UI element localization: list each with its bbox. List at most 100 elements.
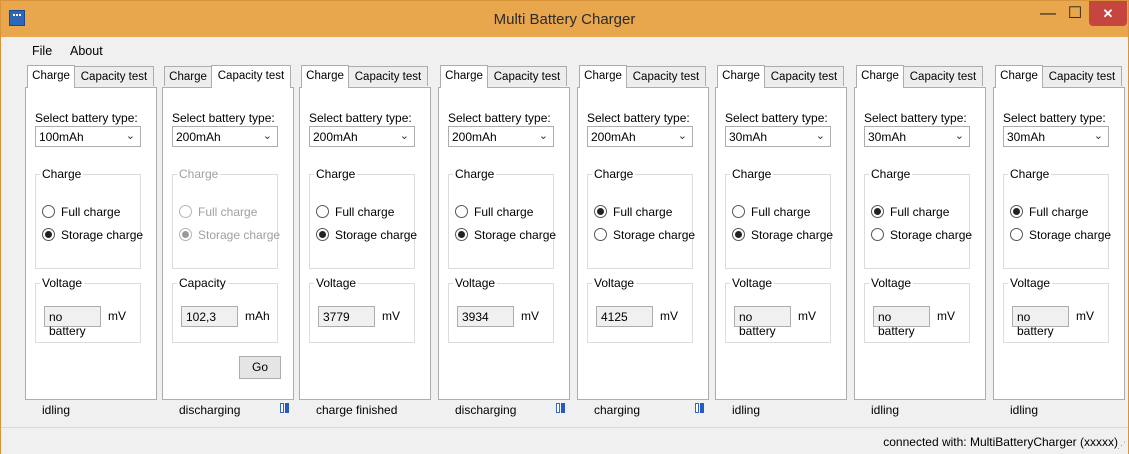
radio-icon[interactable] [1010, 205, 1023, 218]
tab-capacity-test[interactable]: Capacity test [487, 66, 567, 86]
voltage-readout: no battery [44, 306, 101, 338]
menu-about[interactable]: About [70, 44, 103, 58]
radio-icon[interactable] [455, 205, 468, 218]
radio-icon [179, 228, 192, 241]
tab-panel: Select battery type: 200mAh ⌄ Charge Full ch… [577, 87, 709, 400]
storage-charge-radio[interactable]: Storage charge [1010, 228, 1111, 242]
tab-capacity-test[interactable]: Capacity test [1042, 66, 1122, 86]
go-button[interactable]: Go [239, 356, 281, 379]
capacity-readout: 102,3 [181, 306, 238, 327]
radio-icon[interactable] [871, 228, 884, 241]
chevron-down-icon[interactable]: ⌄ [263, 129, 272, 142]
unit-label: mV [521, 309, 539, 323]
tab-capacity-test[interactable]: Capacity test [903, 66, 983, 86]
battery-type-select[interactable]: 30mAh ⌄ [864, 126, 970, 147]
tab-capacity-test[interactable]: Capacity test [764, 66, 844, 86]
radio-icon[interactable] [316, 228, 329, 241]
readout-value: 102,3 [186, 310, 217, 324]
chevron-down-icon[interactable]: ⌄ [1094, 129, 1103, 142]
voltage-readout: 4125 [596, 306, 653, 327]
radio-icon[interactable] [732, 228, 745, 241]
unit-label: mV [382, 309, 400, 323]
storage-charge-radio[interactable]: Storage charge [316, 228, 417, 242]
tab-panel: Select battery type: 200mAh ⌄ Charge Full ch… [162, 87, 294, 400]
resize-grip-icon[interactable]: ⋰ [1117, 440, 1126, 451]
chevron-down-icon[interactable]: ⌄ [400, 129, 409, 142]
full-charge-radio[interactable]: Full charge [42, 205, 120, 219]
battery-type-select[interactable]: 30mAh ⌄ [1003, 126, 1109, 147]
storage-charge-radio[interactable]: Storage charge [594, 228, 695, 242]
radio-icon[interactable] [42, 228, 55, 241]
radio-icon[interactable] [871, 205, 884, 218]
battery-type-value: 200mAh [452, 130, 497, 144]
tab-panel: Select battery type: 30mAh ⌄ Charge Full cha… [854, 87, 986, 400]
close-button[interactable]: ✕ [1089, 1, 1127, 26]
tab-capacity-test[interactable]: Capacity test [626, 66, 706, 86]
menu-file[interactable]: File [32, 44, 52, 58]
battery-type-label: Select battery type: [587, 111, 690, 125]
title-bar[interactable]: Multi Battery Charger — ☐ ✕ [1, 1, 1128, 37]
voltage-group-label: Voltage [40, 276, 85, 290]
tab-capacity-test[interactable]: Capacity test [74, 66, 154, 86]
charger-slot-3: Charge Capacity test Select battery type: 2… [299, 65, 431, 417]
voltage-group-label: Voltage [1008, 276, 1053, 290]
full-charge-radio[interactable]: Full charge [594, 205, 672, 219]
tab-charge[interactable]: Charge [27, 65, 75, 88]
charge-group: Charge Full charge Storage charge [35, 167, 143, 269]
tab-charge[interactable]: Charge [995, 65, 1043, 88]
battery-type-select[interactable]: 100mAh ⌄ [35, 126, 141, 147]
battery-type-label: Select battery type: [864, 111, 967, 125]
full-charge-radio[interactable]: Full charge [455, 205, 533, 219]
storage-charge-radio[interactable]: Storage charge [732, 228, 833, 242]
charge-group-label: Charge [40, 167, 84, 181]
radio-icon[interactable] [1010, 228, 1023, 241]
battery-type-select[interactable]: 30mAh ⌄ [725, 126, 831, 147]
full-charge-radio[interactable]: Full charge [732, 205, 810, 219]
battery-type-select[interactable]: 200mAh ⌄ [309, 126, 415, 147]
unit-label: mV [798, 309, 816, 323]
storage-charge-label: Storage charge [1029, 228, 1112, 242]
storage-charge-radio[interactable]: Storage charge [42, 228, 143, 242]
full-charge-label: Full charge [335, 205, 395, 219]
battery-type-select[interactable]: 200mAh ⌄ [172, 126, 278, 147]
minimize-button[interactable]: — [1035, 1, 1061, 26]
battery-type-select[interactable]: 200mAh ⌄ [448, 126, 554, 147]
charge-group: Charge Full charge Storage charge [172, 167, 280, 269]
readout-value: no battery [1017, 310, 1054, 338]
voltage-group: Voltage no battery mV [35, 276, 141, 343]
full-charge-radio[interactable]: Full charge [316, 205, 394, 219]
radio-icon[interactable] [42, 205, 55, 218]
voltage-readout: 3779 [318, 306, 375, 327]
battery-type-select[interactable]: 200mAh ⌄ [587, 126, 693, 147]
radio-icon[interactable] [455, 228, 468, 241]
tab-capacity-test[interactable]: Capacity test [211, 65, 291, 88]
tab-capacity-test[interactable]: Capacity test [348, 66, 428, 86]
full-charge-radio[interactable]: Full charge [871, 205, 949, 219]
unit-label: mV [660, 309, 678, 323]
maximize-button[interactable]: ☐ [1062, 1, 1088, 26]
radio-icon[interactable] [594, 228, 607, 241]
readout-value: 3934 [462, 310, 489, 324]
tab-charge[interactable]: Charge [717, 65, 765, 88]
tab-charge[interactable]: Charge [856, 65, 904, 88]
tab-charge[interactable]: Charge [579, 65, 627, 88]
chevron-down-icon[interactable]: ⌄ [678, 129, 687, 142]
radio-icon[interactable] [594, 205, 607, 218]
voltage-group: Voltage 4125 mV [587, 276, 693, 343]
chevron-down-icon[interactable]: ⌄ [539, 129, 548, 142]
storage-charge-label: Storage charge [613, 228, 696, 242]
charge-group: Charge Full charge Storage charge [587, 167, 695, 269]
radio-icon[interactable] [732, 205, 745, 218]
tab-charge[interactable]: Charge [440, 65, 488, 88]
storage-charge-radio[interactable]: Storage charge [455, 228, 556, 242]
full-charge-radio[interactable]: Full charge [1010, 205, 1088, 219]
chevron-down-icon[interactable]: ⌄ [126, 129, 135, 142]
tab-charge[interactable]: Charge [164, 66, 212, 86]
storage-charge-radio[interactable]: Storage charge [871, 228, 972, 242]
storage-charge-radio: Storage charge [179, 228, 280, 242]
radio-icon[interactable] [316, 205, 329, 218]
chevron-down-icon[interactable]: ⌄ [955, 129, 964, 142]
tab-charge[interactable]: Charge [301, 65, 349, 88]
chevron-down-icon[interactable]: ⌄ [816, 129, 825, 142]
voltage-group-label: Voltage [314, 276, 359, 290]
